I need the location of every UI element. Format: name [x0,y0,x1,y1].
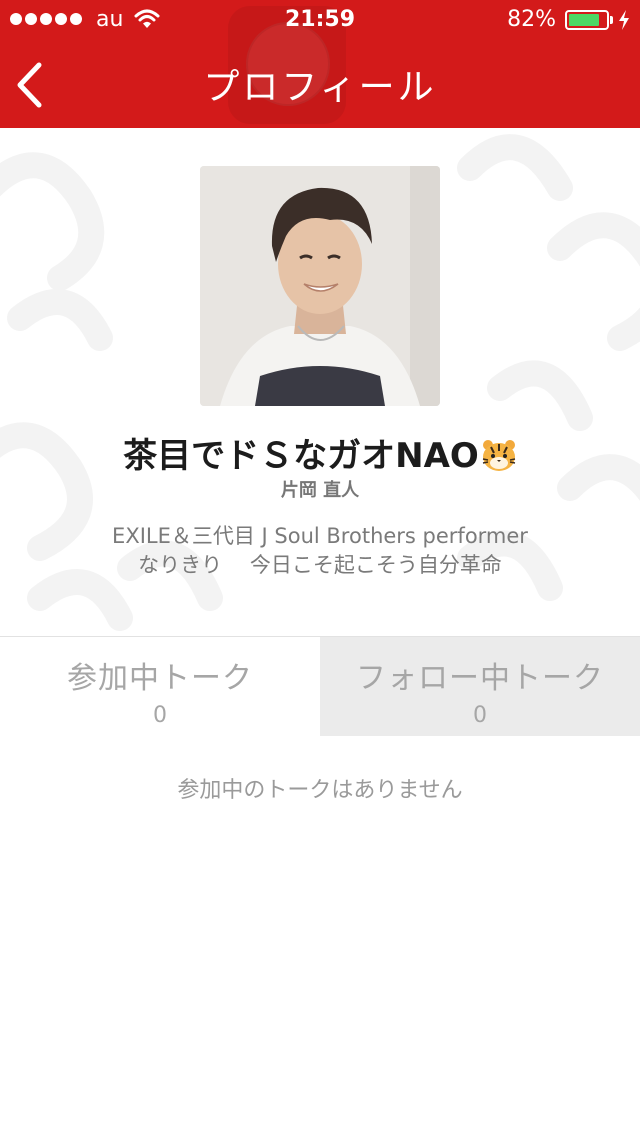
tab-joined-talks[interactable]: 参加中トーク 0 [0,637,320,736]
display-name: 茶目でドＳなガオNAO [0,428,640,477]
empty-state-message: 参加中のトークはありません [177,778,463,803]
charging-bolt-icon [619,10,629,30]
battery-icon [565,10,609,30]
display-name-text: 茶目でドＳなガオNAO [123,436,479,476]
battery-level-fill [569,14,599,26]
real-name: 片岡 直人 [280,480,360,501]
status-bar: au 21:59 82% [0,0,640,40]
profile-bio: EXILE＆三代目 J Soul Brothers performer なりきり… [0,522,640,580]
tab-count: 0 [153,703,167,728]
bio-line: EXILE＆三代目 J Soul Brothers performer [112,524,528,548]
tab-label: 参加中トーク [67,661,253,696]
battery-percentage: 82% [507,7,556,32]
tab-label: フォロー中トーク [356,661,604,696]
profile-photo [200,166,440,406]
page-title: プロフィール [203,67,437,108]
bio-line: なりきり 今日こそ起こそう自分革命 [138,553,502,577]
talk-tabs: 参加中トーク 0 フォロー中トーク 0 [0,636,640,736]
tiger-face-icon [482,440,515,471]
battery-tip [610,16,613,24]
header: au 21:59 82% プロフィール [0,0,640,128]
tab-followed-talks[interactable]: フォロー中トーク 0 [320,637,640,736]
tab-count: 0 [473,703,487,728]
avatar[interactable] [200,166,440,406]
profile-section: 茶目でドＳなガオNAO 片岡 直人 EXILE＆三代目 J Soul Broth… [0,128,640,636]
